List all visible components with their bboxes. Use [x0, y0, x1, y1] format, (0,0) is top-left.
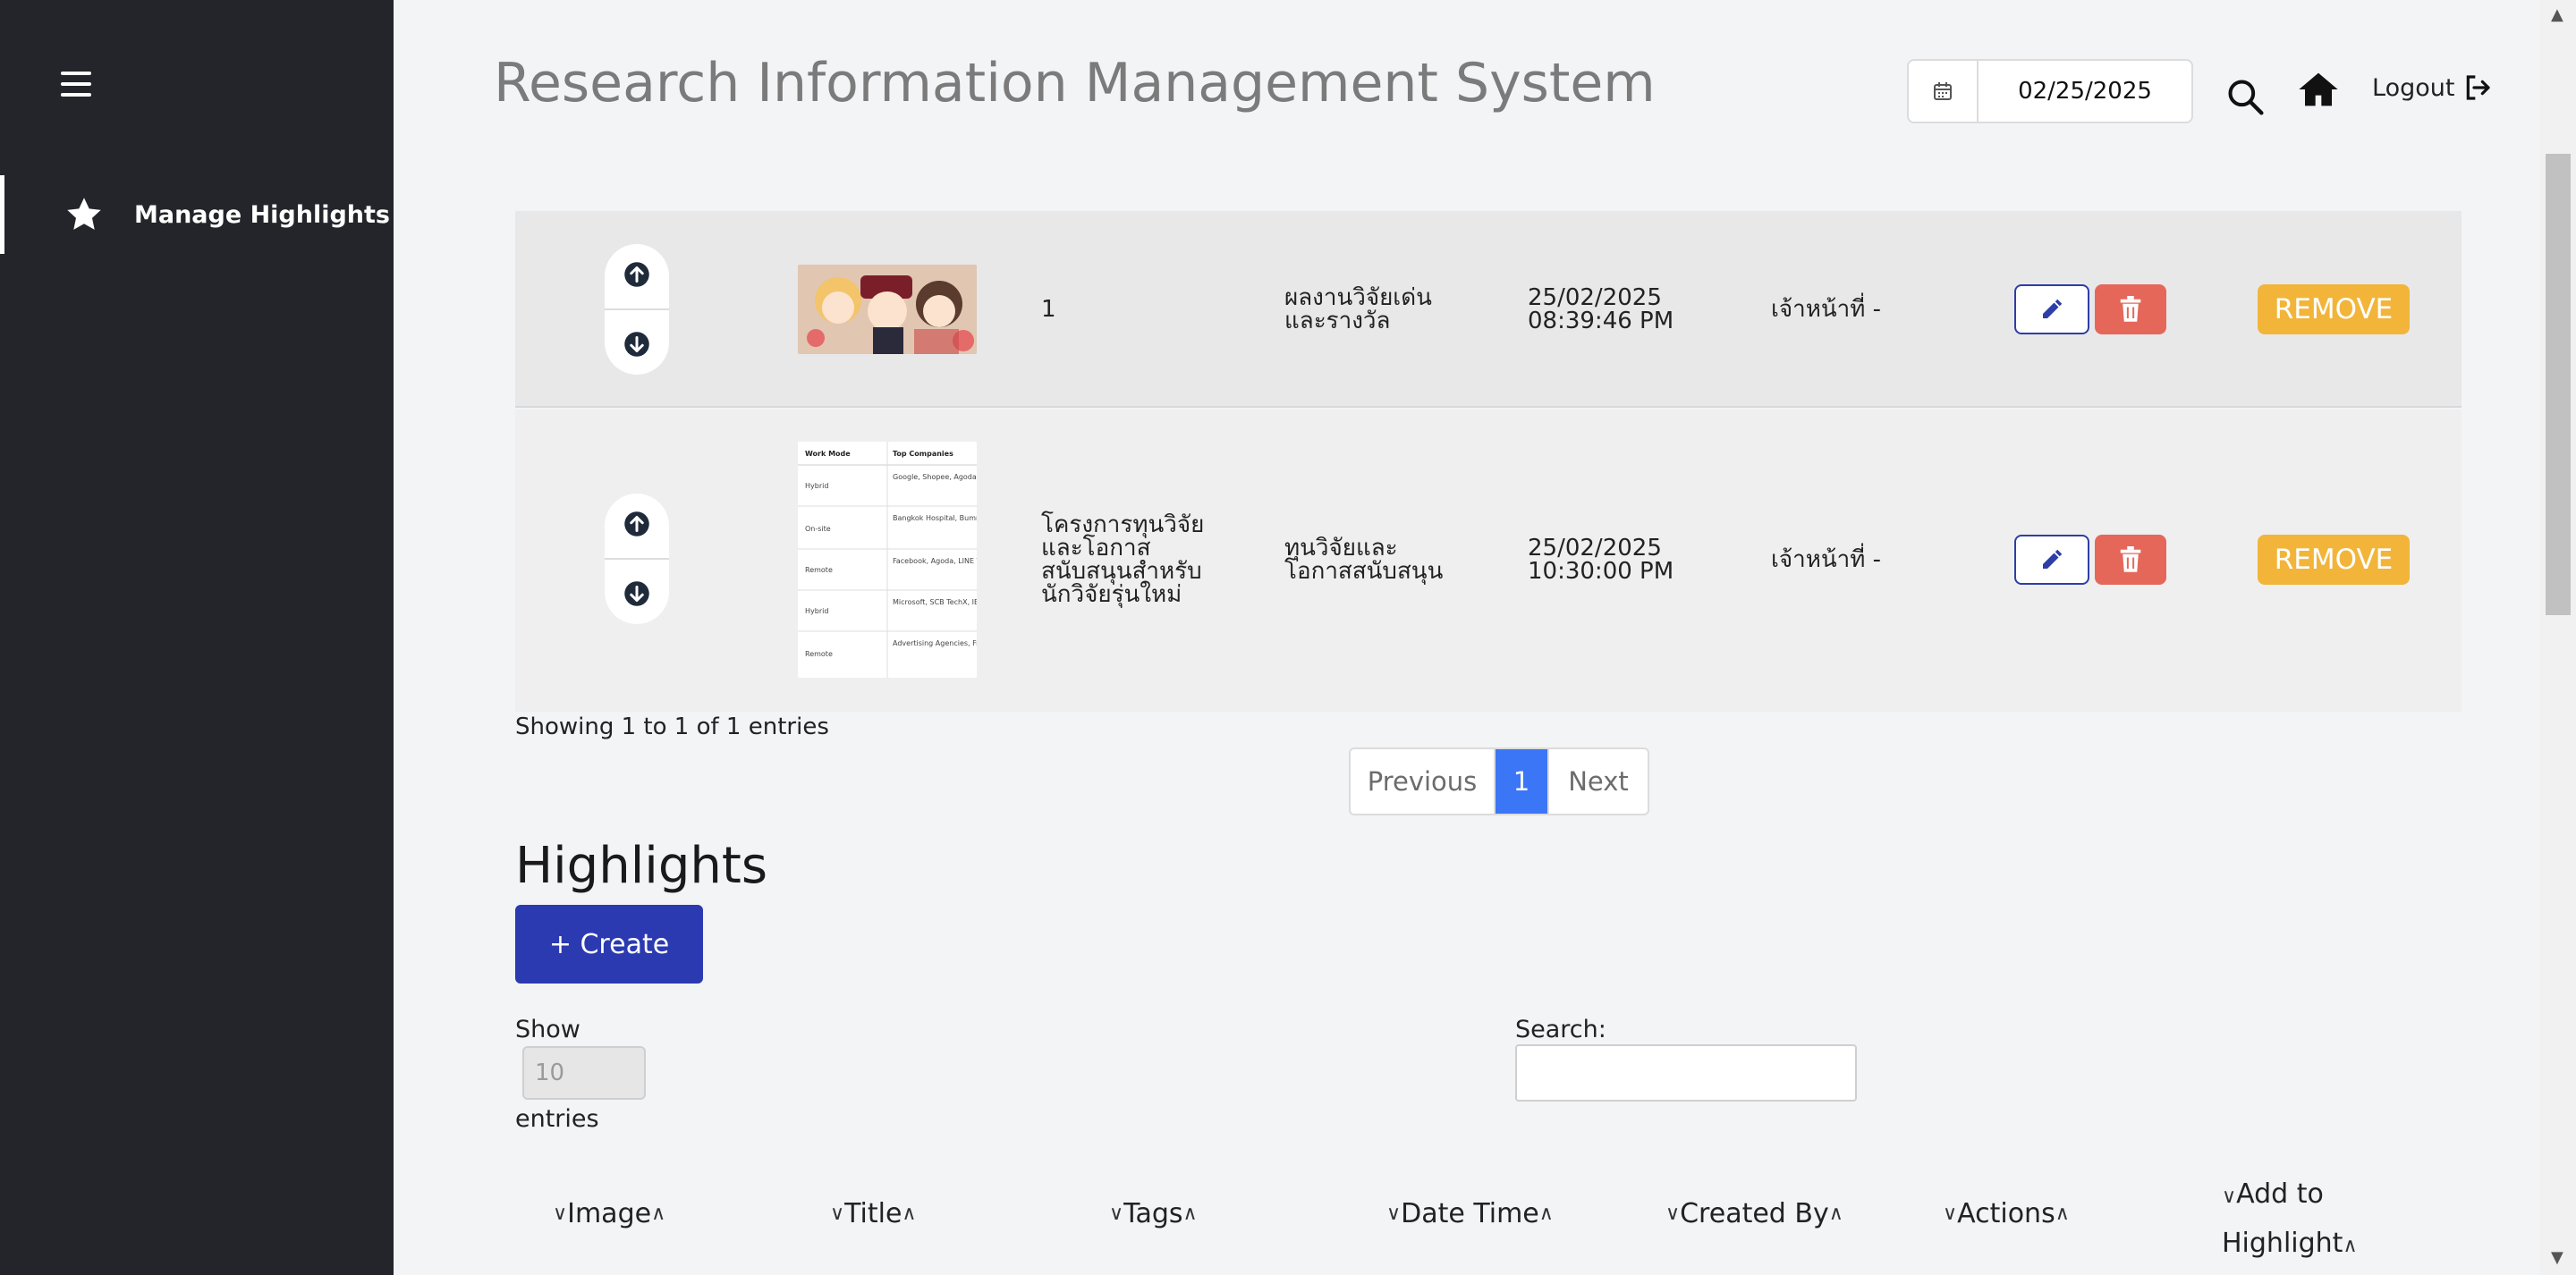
trash-icon — [2120, 546, 2141, 572]
sort-asc-icon: ∧ — [902, 1203, 917, 1225]
sidebar: Manage Highlights — [0, 0, 394, 1275]
entries-info: Showing 1 to 1 of 1 entries — [515, 713, 829, 740]
title-cell: โครงการทุนวิจัย และโอกาส สนับสนุนสำหรับ … — [1041, 511, 1205, 608]
edit-button[interactable] — [2014, 284, 2089, 334]
edit-button[interactable] — [2014, 535, 2089, 585]
thumb-header: Top Companies — [893, 450, 953, 458]
sort-asc-icon: ∧ — [1182, 1203, 1198, 1225]
logout-label: Logout — [2372, 73, 2455, 102]
entries-select[interactable]: 10 — [522, 1046, 646, 1100]
pagination: Previous 1 Next — [1349, 747, 1649, 815]
menu-icon[interactable] — [61, 72, 91, 97]
delete-button[interactable] — [2095, 535, 2166, 585]
logout-icon — [2467, 75, 2491, 100]
next-page-button[interactable]: Next — [1547, 749, 1648, 814]
tags-cell: ผลงานวิจัยเด่น และรางวัล — [1284, 284, 1432, 334]
trash-icon — [2120, 296, 2141, 322]
datetime-cell: 25/02/2025 10:30:00 PM — [1528, 535, 1674, 585]
logout-button[interactable]: Logout — [2372, 73, 2492, 102]
scrollbar[interactable]: ▲ ▼ — [2540, 0, 2576, 1275]
column-header-actions[interactable]: ∨ Actions ∧ — [1943, 1198, 2070, 1229]
sort-asc-icon: ∧ — [1538, 1203, 1554, 1225]
home-icon[interactable] — [2297, 72, 2340, 107]
edit-icon — [2043, 549, 2063, 569]
column-header-tags[interactable]: ∨ Tags ∧ — [1109, 1198, 1198, 1229]
sort-desc-icon: ∨ — [1109, 1203, 1124, 1225]
scroll-up-icon[interactable]: ▲ — [2551, 5, 2563, 24]
column-header-date-time[interactable]: ∨ Date Time ∧ — [1386, 1198, 1554, 1229]
sort-desc-icon: ∨ — [1665, 1203, 1681, 1225]
sort-desc-icon: ∨ — [2222, 1186, 2237, 1208]
sort-asc-icon: ∧ — [2343, 1235, 2358, 1257]
tags-cell: ทุนวิจัยและ โอกาสสนับสนุน — [1284, 535, 1444, 585]
sort-desc-icon: ∨ — [1386, 1203, 1402, 1225]
column-header-title[interactable]: ∨ Title ∧ — [830, 1198, 917, 1229]
date-value[interactable]: 02/25/2025 — [1979, 78, 2191, 105]
page-title: Research Information Management System — [494, 52, 1656, 114]
table-row: 1 ผลงานวิจัยเด่น และรางวัล 25/02/2025 08… — [515, 211, 2462, 408]
sort-asc-icon: ∧ — [651, 1203, 666, 1225]
move-up-icon[interactable] — [623, 511, 650, 537]
thumb-header: Work Mode — [805, 450, 851, 458]
sort-asc-icon: ∧ — [1828, 1203, 1843, 1225]
column-header-add-to-highlight[interactable]: ∨Add to Highlight∧ — [2222, 1171, 2358, 1270]
reorder-control — [605, 494, 669, 624]
thumb-cell: Google, Shopee, Agoda — [893, 473, 977, 481]
star-icon — [67, 198, 101, 230]
order-number: 1 — [1041, 296, 1056, 323]
search-input[interactable] — [1515, 1044, 1857, 1102]
search-label: Search: — [1515, 1016, 1606, 1043]
thumb-cell: On-site — [805, 525, 831, 533]
thumb-cell: Remote — [805, 566, 833, 574]
move-down-icon[interactable] — [623, 580, 650, 607]
thumb-cell: Facebook, Agoda, LINE Thailand — [893, 557, 977, 565]
calendar-icon[interactable] — [1909, 61, 1979, 122]
edit-icon — [2043, 299, 2063, 318]
sidebar-item-manage-highlights[interactable]: Manage Highlights — [0, 175, 394, 254]
move-up-icon[interactable] — [623, 261, 650, 288]
scroll-down-icon[interactable]: ▼ — [2551, 1248, 2563, 1267]
thumb-cell: Advertising Agencies, Freelance, Game St… — [893, 639, 977, 647]
highlight-image — [798, 265, 977, 354]
column-header-created-by[interactable]: ∨ Created By ∧ — [1665, 1198, 1843, 1229]
create-button[interactable]: + Create — [515, 905, 703, 984]
highlight-image: Work Mode Top Companies Hybrid Google, S… — [798, 442, 977, 678]
sort-desc-icon: ∨ — [830, 1203, 845, 1225]
delete-button[interactable] — [2095, 284, 2166, 334]
remove-button[interactable]: REMOVE — [2258, 535, 2410, 585]
thumb-cell: Hybrid — [805, 482, 828, 490]
search-icon[interactable] — [2225, 77, 2265, 116]
move-down-icon[interactable] — [623, 331, 650, 358]
remove-button[interactable]: REMOVE — [2258, 284, 2410, 334]
sidebar-item-label: Manage Highlights — [134, 200, 391, 229]
sort-desc-icon: ∨ — [1943, 1203, 1958, 1225]
column-header-image[interactable]: ∨ Image ∧ — [553, 1198, 665, 1229]
sort-asc-icon: ∧ — [2055, 1203, 2070, 1225]
reorder-control — [605, 244, 669, 375]
datetime-cell: 25/02/2025 08:39:46 PM — [1528, 284, 1674, 334]
created-by-cell: เจ้าหน้าที่ - — [1771, 296, 1882, 323]
previous-page-button[interactable]: Previous — [1351, 749, 1496, 814]
section-title: Highlights — [515, 837, 767, 895]
thumb-cell: Microsoft, SCB TechX, IBM Thailand — [893, 598, 977, 606]
entries-label: entries — [515, 1105, 599, 1133]
thumb-cell: Bangkok Hospital, Bumrungrad, Samitivej — [893, 514, 977, 522]
show-label: Show — [515, 1016, 580, 1043]
scrollbar-thumb[interactable] — [2546, 154, 2571, 615]
created-by-cell: เจ้าหน้าที่ - — [1771, 546, 1882, 573]
sort-desc-icon: ∨ — [553, 1203, 568, 1225]
table-row: Work Mode Top Companies Hybrid Google, S… — [515, 410, 2462, 712]
thumb-cell: Remote — [805, 650, 833, 658]
thumb-cell: Hybrid — [805, 607, 828, 615]
page-1-button[interactable]: 1 — [1496, 749, 1547, 814]
date-picker[interactable]: 02/25/2025 — [1907, 59, 2193, 123]
